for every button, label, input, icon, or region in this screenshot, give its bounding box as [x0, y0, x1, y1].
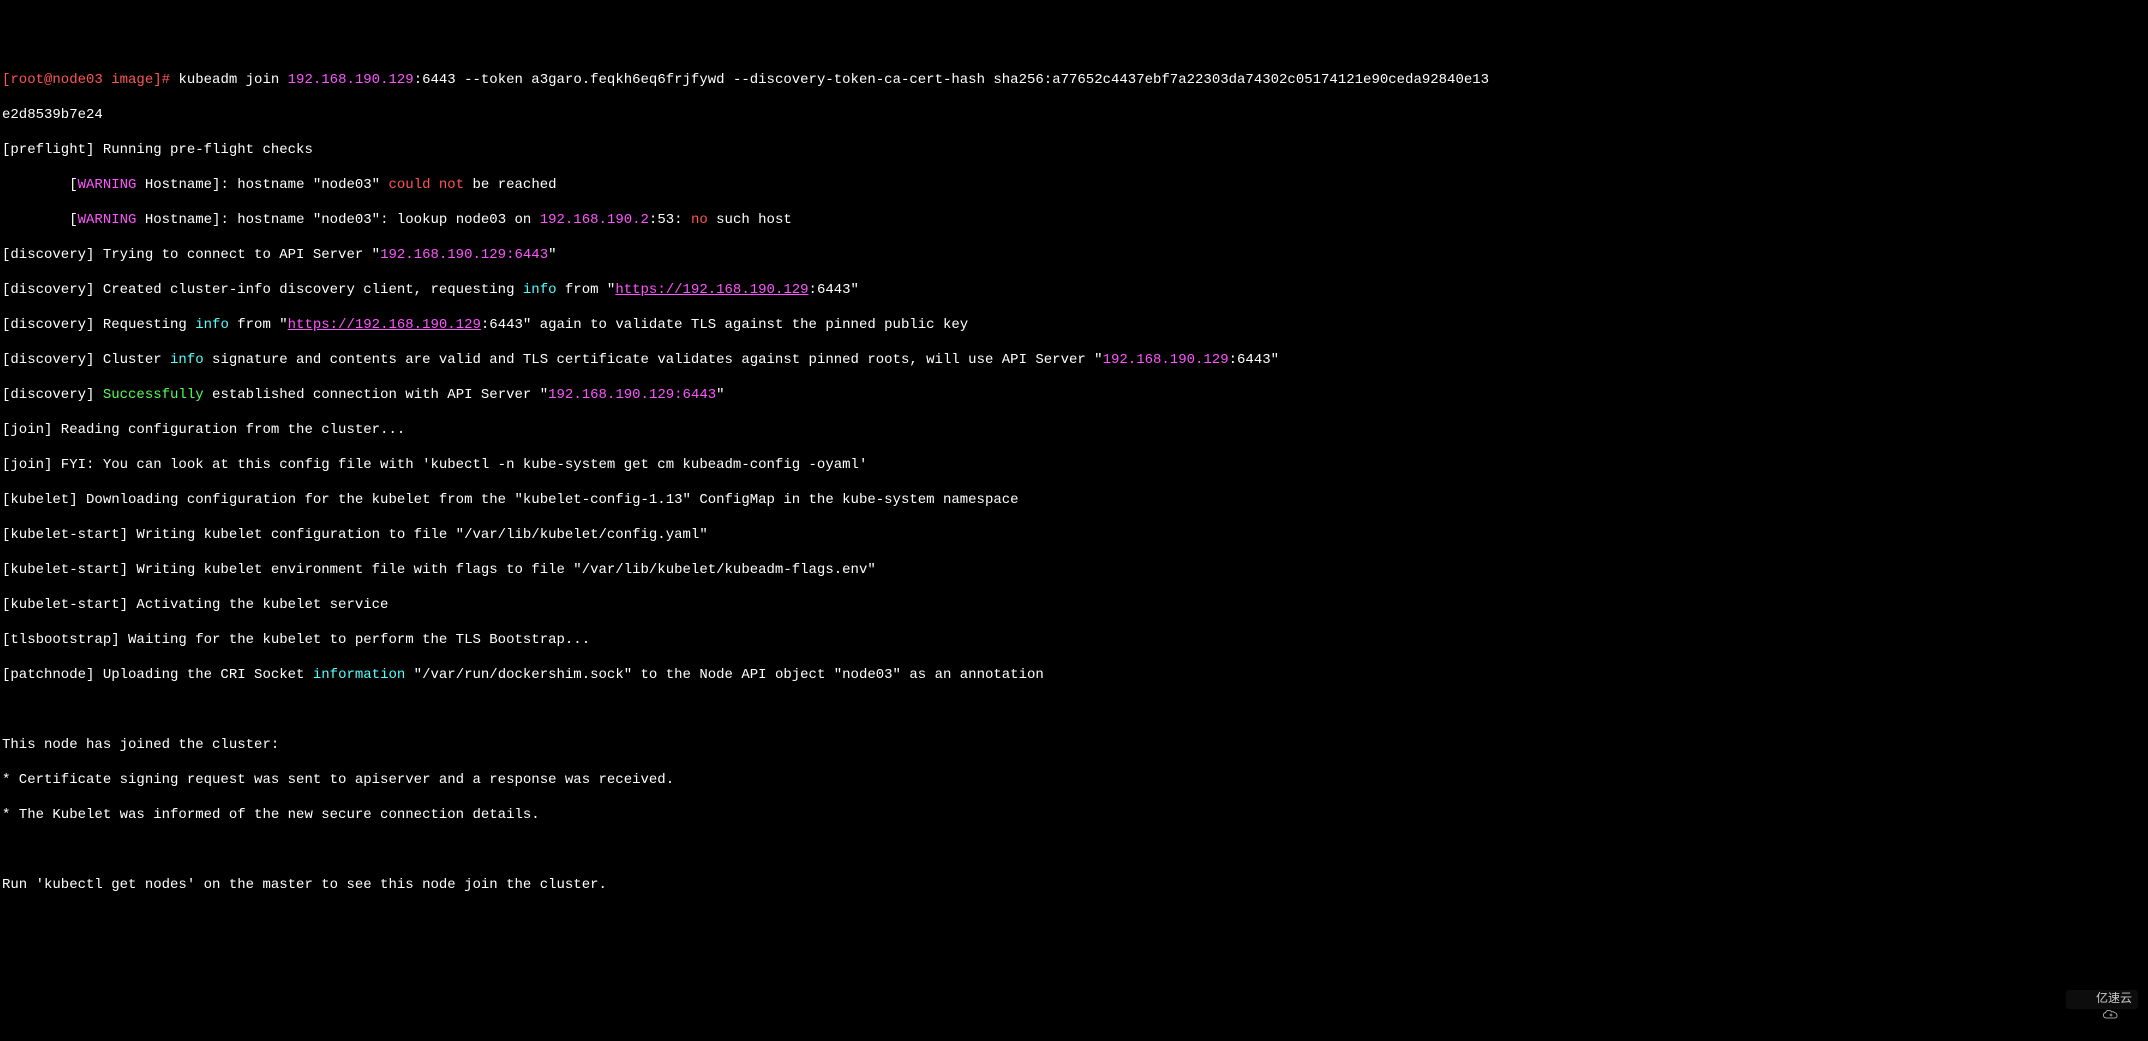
watermark-text: 亿速云	[2096, 992, 2132, 1007]
blank-2	[2, 842, 2146, 860]
discovery-2: [discovery] Created cluster-info discove…	[2, 282, 2146, 300]
p1-info: information	[313, 667, 405, 683]
d5-mid: established connection with API Server "	[204, 387, 548, 403]
d4-post: :6443"	[1229, 352, 1279, 368]
join-1: [join] Reading configuration from the cl…	[2, 422, 2146, 440]
prompt-line-1: [root@node03 image]# kubeadm join 192.16…	[2, 72, 2146, 90]
d2-mid: from "	[557, 282, 616, 298]
warning-2: [WARNING Hostname]: hostname "node03": l…	[2, 212, 2146, 230]
discovery-5: [discovery] Successfully established con…	[2, 387, 2146, 405]
d2-info: info	[523, 282, 557, 298]
footer-2: * Certificate signing request was sent t…	[2, 772, 2146, 790]
footer-3: * The Kubelet was informed of the new se…	[2, 807, 2146, 825]
warn1-pre: [	[2, 177, 78, 193]
d1-pre: [discovery] Trying to connect to API Ser…	[2, 247, 380, 263]
discovery-1: [discovery] Trying to connect to API Ser…	[2, 247, 2146, 265]
warn2-pre: [	[2, 212, 78, 228]
d3-post: :6443" again to validate TLS against the…	[481, 317, 968, 333]
cmd-post1: :6443 --token a3garo.feqkh6eq6frjfywd --…	[414, 72, 1489, 88]
warn1-tag: WARNING	[78, 177, 137, 193]
d5-post: "	[716, 387, 724, 403]
d3-pre: [discovery] Requesting	[2, 317, 195, 333]
d4-ip: 192.168.190.129	[1103, 352, 1229, 368]
d5-succ: Successfully	[103, 387, 204, 403]
preflight-checks: [preflight] Running pre-flight checks	[2, 142, 2146, 160]
p1-post: "/var/run/dockershim.sock" to the Node A…	[405, 667, 1044, 683]
warn1-sp	[431, 177, 439, 193]
d5-pre: [discovery]	[2, 387, 103, 403]
discovery-4: [discovery] Cluster info signature and c…	[2, 352, 2146, 370]
kubelet-1: [kubelet] Downloading configuration for …	[2, 492, 2146, 510]
d1-ip: 192.168.190.129:6443	[380, 247, 548, 263]
d3-url: https://192.168.190.129	[288, 317, 481, 333]
d4-mid: signature and contents are valid and TLS…	[204, 352, 1103, 368]
watermark: 亿速云	[2066, 990, 2138, 1009]
prompt-line-2: e2d8539b7e24	[2, 107, 2146, 125]
warn2-tag: WARNING	[78, 212, 137, 228]
cloud-icon	[2072, 994, 2092, 1006]
kubelet-3: [kubelet-start] Writing kubelet environm…	[2, 562, 2146, 580]
warn2-mid: Hostname]: hostname "node03": lookup nod…	[136, 212, 539, 228]
join-2: [join] FYI: You can look at this config …	[2, 457, 2146, 475]
warn2-port: :53:	[649, 212, 691, 228]
prompt-user-host: [root@node03 image]#	[2, 72, 178, 88]
cmd-line2: e2d8539b7e24	[2, 107, 103, 123]
warn2-ip: 192.168.190.2	[540, 212, 649, 228]
tls-1: [tlsbootstrap] Waiting for the kubelet t…	[2, 632, 2146, 650]
warn1-not: not	[439, 177, 464, 193]
footer-4: Run 'kubectl get nodes' on the master to…	[2, 877, 2146, 895]
footer-1: This node has joined the cluster:	[2, 737, 2146, 755]
d4-info: info	[170, 352, 204, 368]
warn1-could: could	[388, 177, 430, 193]
warning-1: [WARNING Hostname]: hostname "node03" co…	[2, 177, 2146, 195]
blank-1	[2, 702, 2146, 720]
d2-url: https://192.168.190.129	[615, 282, 808, 298]
patchnode-1: [patchnode] Uploading the CRI Socket inf…	[2, 667, 2146, 685]
kubelet-2: [kubelet-start] Writing kubelet configur…	[2, 527, 2146, 545]
d2-pre: [discovery] Created cluster-info discove…	[2, 282, 523, 298]
cmd-ip: 192.168.190.129	[288, 72, 414, 88]
d2-post: :6443"	[809, 282, 859, 298]
cmd-pre: kubeadm join	[178, 72, 287, 88]
d5-ip: 192.168.190.129:6443	[548, 387, 716, 403]
discovery-3: [discovery] Requesting info from "https:…	[2, 317, 2146, 335]
warn1-post: be reached	[464, 177, 556, 193]
d1-post: "	[548, 247, 556, 263]
d4-pre: [discovery] Cluster	[2, 352, 170, 368]
d3-mid: from "	[229, 317, 288, 333]
warn1-mid: Hostname]: hostname "node03"	[136, 177, 388, 193]
warn2-post: such host	[708, 212, 792, 228]
kubelet-4: [kubelet-start] Activating the kubelet s…	[2, 597, 2146, 615]
d3-info: info	[195, 317, 229, 333]
p1-pre: [patchnode] Uploading the CRI Socket	[2, 667, 313, 683]
warn2-no: no	[691, 212, 708, 228]
